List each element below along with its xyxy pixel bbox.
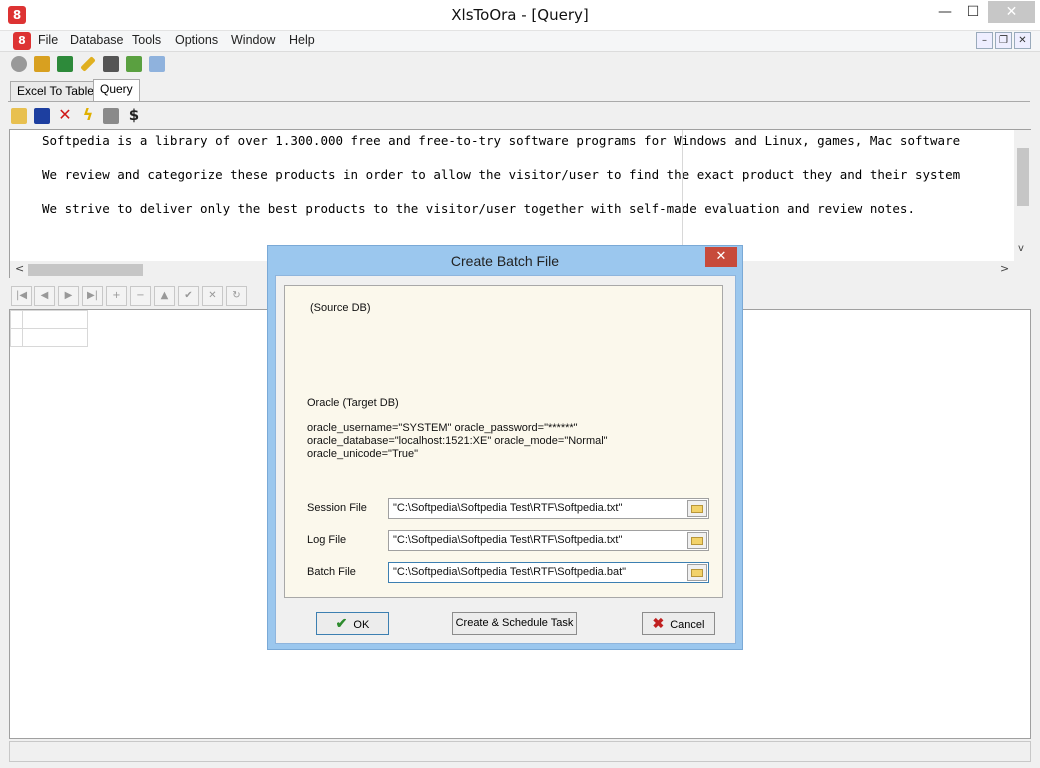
batch-file-browse-button[interactable] bbox=[687, 564, 707, 581]
create-schedule-task-button[interactable]: Create & Schedule Task bbox=[452, 612, 577, 635]
maximize-button[interactable]: ☐ bbox=[960, 1, 986, 23]
nav-first-button[interactable]: |◀ bbox=[11, 286, 32, 306]
nav-post-button[interactable]: ✔ bbox=[178, 286, 199, 306]
connect-icon[interactable] bbox=[11, 56, 27, 72]
convert-icon[interactable]: $ bbox=[126, 107, 142, 123]
ok-button-label: OK bbox=[353, 619, 370, 631]
scroll-down-arrow[interactable]: v bbox=[1018, 243, 1024, 254]
tab-excel-to-table[interactable]: Excel To Table bbox=[10, 81, 101, 101]
folder-icon bbox=[691, 569, 703, 577]
horizontal-scroll-thumb[interactable] bbox=[28, 264, 143, 276]
margin-guide bbox=[682, 130, 683, 247]
session-file-input[interactable]: "C:\Softpedia\Softpedia Test\RTF\Softped… bbox=[388, 498, 709, 519]
log-file-browse-button[interactable] bbox=[687, 532, 707, 549]
batch-file-input[interactable]: "C:\Softpedia\Softpedia Test\RTF\Softped… bbox=[388, 562, 709, 583]
excel-icon[interactable] bbox=[57, 56, 73, 72]
menu-window[interactable]: Window bbox=[231, 33, 275, 47]
table-icon[interactable] bbox=[149, 56, 165, 72]
checkmark-icon: ✔ bbox=[335, 615, 348, 631]
menu-help[interactable]: Help bbox=[289, 33, 315, 47]
tab-bar: Excel To Table Query bbox=[0, 78, 1040, 102]
nav-next-button[interactable]: ▶ bbox=[58, 286, 79, 306]
menu-tools[interactable]: Tools bbox=[132, 33, 161, 47]
log-file-label: Log File bbox=[307, 534, 347, 546]
folder-icon bbox=[691, 537, 703, 545]
vertical-scrollbar[interactable]: v bbox=[1014, 130, 1031, 261]
scroll-left-arrow[interactable]: < bbox=[15, 262, 24, 275]
menu-bar: 8 File Database Tools Options Window Hel… bbox=[0, 31, 1040, 52]
mdi-minimize-button[interactable]: – bbox=[976, 32, 993, 49]
editor-line: We strive to deliver only the best produ… bbox=[42, 201, 915, 216]
oracle-param-line: oracle_username="SYSTEM" oracle_password… bbox=[307, 422, 578, 434]
folder-icon bbox=[691, 505, 703, 513]
settings-icon[interactable] bbox=[103, 56, 119, 72]
target-db-label: Oracle (Target DB) bbox=[307, 397, 399, 409]
grid-cell[interactable] bbox=[22, 328, 88, 347]
nav-cancel-button[interactable]: ✕ bbox=[202, 286, 223, 306]
create-batch-file-dialog: Create Batch File ✕ (Source DB) Oracle (… bbox=[267, 245, 743, 650]
close-button[interactable]: ✕ bbox=[988, 1, 1035, 23]
session-file-label: Session File bbox=[307, 502, 367, 514]
refresh-icon[interactable] bbox=[126, 56, 142, 72]
app-menu-icon[interactable]: 8 bbox=[13, 32, 31, 50]
tab-divider bbox=[8, 101, 1030, 102]
mdi-close-button[interactable]: ✕ bbox=[1014, 32, 1031, 49]
menu-options[interactable]: Options bbox=[175, 33, 218, 47]
vertical-scroll-thumb[interactable] bbox=[1017, 148, 1029, 206]
save-icon[interactable] bbox=[34, 108, 50, 124]
tab-query[interactable]: Query bbox=[93, 79, 140, 101]
cancel-button-label: Cancel bbox=[670, 619, 705, 631]
disconnect-icon[interactable] bbox=[34, 56, 50, 72]
oracle-param-line: oracle_unicode="True" bbox=[307, 448, 419, 460]
execute-icon[interactable]: ϟ bbox=[80, 107, 96, 123]
ok-button[interactable]: ✔ OK bbox=[316, 612, 389, 635]
nav-delete-button[interactable]: − bbox=[130, 286, 151, 306]
oracle-param-line: oracle_database="localhost:1521:XE" orac… bbox=[307, 435, 608, 447]
source-db-label: (Source DB) bbox=[310, 302, 371, 314]
scroll-right-arrow[interactable]: > bbox=[1000, 262, 1009, 275]
stop-icon[interactable] bbox=[103, 108, 119, 124]
status-bar bbox=[9, 741, 1031, 762]
grid-header-cell[interactable] bbox=[22, 310, 88, 329]
nav-refresh-button[interactable]: ↻ bbox=[226, 286, 247, 306]
log-file-input[interactable]: "C:\Softpedia\Softpedia Test\RTF\Softped… bbox=[388, 530, 709, 551]
cancel-button[interactable]: ✖ Cancel bbox=[642, 612, 715, 635]
dialog-title: Create Batch File bbox=[450, 253, 560, 269]
title-bar: 8 XlsToOra - [Query] — ☐ ✕ bbox=[0, 0, 1040, 31]
editor-line: Softpedia is a library of over 1.300.000… bbox=[42, 133, 961, 148]
nav-edit-button[interactable]: ▲ bbox=[154, 286, 175, 306]
minimize-button[interactable]: — bbox=[930, 1, 960, 23]
dialog-body: (Source DB) Oracle (Target DB) oracle_us… bbox=[275, 275, 736, 644]
menu-file[interactable]: File bbox=[38, 33, 58, 47]
main-toolbar bbox=[0, 52, 1040, 78]
nav-last-button[interactable]: ▶| bbox=[82, 286, 103, 306]
settings-panel: (Source DB) Oracle (Target DB) oracle_us… bbox=[284, 285, 723, 598]
mdi-restore-button[interactable]: ❐ bbox=[995, 32, 1012, 49]
dialog-close-button[interactable]: ✕ bbox=[705, 247, 737, 267]
session-file-browse-button[interactable] bbox=[687, 500, 707, 517]
batch-file-label: Batch File bbox=[307, 566, 356, 578]
editor-toolbar: ✕ ϟ $ bbox=[0, 104, 1040, 128]
cancel-x-icon: ✖ bbox=[652, 615, 665, 631]
open-folder-icon[interactable] bbox=[11, 108, 27, 124]
editor-line: We review and categorize these products … bbox=[42, 167, 961, 182]
window-title: XlsToOra - [Query] bbox=[451, 6, 589, 24]
menu-database[interactable]: Database bbox=[70, 33, 124, 47]
delete-icon[interactable]: ✕ bbox=[57, 107, 73, 123]
nav-insert-button[interactable]: + bbox=[106, 286, 127, 306]
wizard-icon[interactable] bbox=[80, 56, 96, 72]
nav-prior-button[interactable]: ◀ bbox=[34, 286, 55, 306]
